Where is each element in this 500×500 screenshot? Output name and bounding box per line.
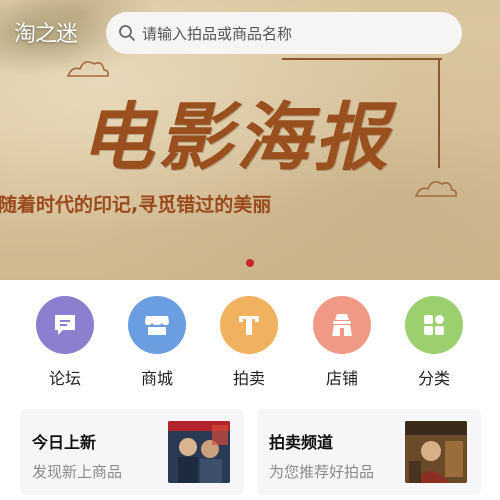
poster-thumbnail — [168, 421, 230, 483]
card-new-arrivals[interactable]: 今日上新 发现新上商品 — [20, 409, 244, 495]
shop-icon — [313, 296, 371, 354]
category-store[interactable]: 商城 — [117, 296, 197, 389]
card-title: 今日上新 — [32, 433, 97, 452]
banner-frame-line — [282, 58, 442, 60]
category-label: 分类 — [417, 369, 450, 388]
grid-icon — [405, 296, 463, 354]
forum-icon — [36, 296, 94, 354]
category-nav: 论坛 商城 拍卖 店铺 分类 — [0, 296, 500, 396]
app-logo: 淘之迷 — [14, 22, 78, 47]
banner-slogan: 随着时代的印记,寻觅错过的美丽 — [0, 194, 272, 216]
carousel-indicator-dot[interactable] — [246, 259, 254, 267]
category-auction[interactable]: 拍卖 — [209, 296, 289, 389]
card-subtitle: 为您推荐好拍品 — [269, 463, 375, 481]
search-input[interactable]: 请输入拍品或商品名称 — [106, 12, 462, 54]
category-label: 商城 — [140, 369, 173, 388]
category-shop[interactable]: 店铺 — [302, 296, 382, 389]
category-label: 论坛 — [48, 369, 81, 388]
banner-title: 电影海报 — [80, 95, 392, 181]
card-auction-channel[interactable]: 拍卖频道 为您推荐好拍品 — [257, 409, 481, 495]
cloud-decoration-icon — [414, 176, 458, 198]
poster-thumbnail — [405, 421, 467, 483]
store-icon — [128, 296, 186, 354]
card-subtitle: 发现新上商品 — [32, 463, 123, 481]
card-title: 拍卖频道 — [269, 433, 334, 452]
banner-frame-line — [438, 58, 440, 168]
category-label: 拍卖 — [232, 369, 265, 388]
search-icon — [119, 25, 135, 41]
auction-icon — [220, 296, 278, 354]
cloud-decoration-icon — [66, 56, 110, 78]
category-label: 店铺 — [325, 369, 358, 388]
category-classify[interactable]: 分类 — [394, 296, 474, 389]
search-placeholder: 请输入拍品或商品名称 — [142, 24, 293, 43]
category-forum[interactable]: 论坛 — [25, 296, 105, 389]
